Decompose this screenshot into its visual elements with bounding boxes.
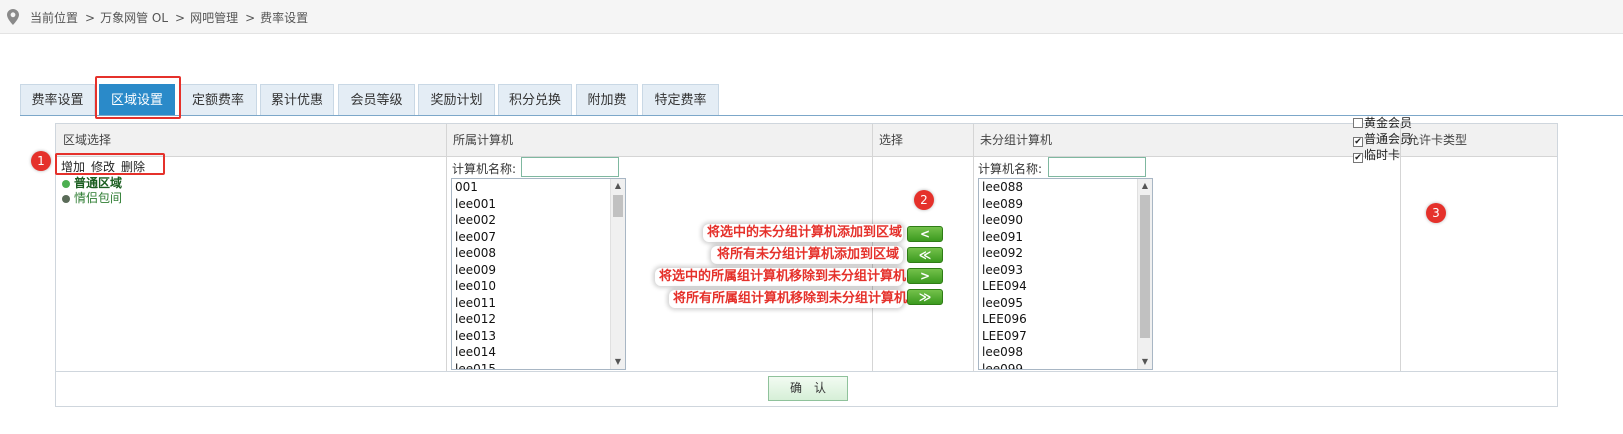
- scroll-thumb[interactable]: [613, 195, 623, 217]
- checkbox[interactable]: ✔: [1353, 137, 1363, 147]
- panel-header: 区域选择 所属计算机 选择 未分组计算机 允许卡类型: [56, 124, 1557, 157]
- tab-specific-rate[interactable]: 特定费率: [642, 84, 719, 116]
- breadcrumb: 当前位置 > 万象网管 OL > 网吧管理 > 费率设置: [30, 11, 309, 25]
- remove-selected-button[interactable]: >: [907, 268, 943, 284]
- transfer-note: 将所有未分组计算机添加到区域: [711, 246, 903, 264]
- location-pin-icon: [7, 9, 19, 25]
- footer-divider: [56, 371, 1557, 372]
- region-item[interactable]: 情侣包间: [62, 191, 122, 206]
- column-divider: [973, 124, 974, 371]
- computer-item[interactable]: LEE094: [979, 278, 1139, 295]
- computer-item[interactable]: lee013: [452, 328, 612, 345]
- scrollbar[interactable]: ▲ ▼: [1137, 179, 1152, 369]
- add-selected-button[interactable]: <: [907, 226, 943, 242]
- breadcrumb-item: 当前位置: [30, 11, 79, 25]
- green-dot-icon: [62, 179, 70, 188]
- scroll-down-icon[interactable]: ▼: [611, 355, 625, 369]
- region-panel: 区域选择 所属计算机 选择 未分组计算机 允许卡类型 增加 修改 删除 普通区域 情…: [55, 123, 1558, 407]
- annotation-badge: 1: [31, 151, 51, 171]
- computer-item[interactable]: lee009: [452, 262, 612, 279]
- transfer-note: 将选中的所属组计算机移除到未分组计算机: [655, 268, 906, 286]
- computer-item[interactable]: lee089: [979, 196, 1139, 213]
- remove-all-button[interactable]: ≫: [907, 289, 943, 305]
- column-assigned: 所属计算机: [453, 133, 514, 147]
- computer-item[interactable]: lee012: [452, 311, 612, 328]
- scroll-up-icon[interactable]: ▲: [1138, 179, 1152, 193]
- highlight-box: [95, 76, 181, 119]
- list-items: 001 lee001 lee002 lee007 lee008 lee009 lee010 l…: [452, 179, 612, 370]
- computer-item[interactable]: lee091: [979, 229, 1139, 246]
- transfer-note: 将选中的未分组计算机添加到区域: [703, 224, 903, 242]
- tab-reward-plan[interactable]: 奖励计划: [418, 84, 495, 116]
- computer-item[interactable]: lee088: [979, 179, 1139, 196]
- computer-item[interactable]: lee093: [979, 262, 1139, 279]
- column-unassigned: 未分组计算机: [980, 133, 1053, 147]
- computer-item[interactable]: lee001: [452, 196, 612, 213]
- assigned-name-input[interactable]: [521, 157, 619, 177]
- breadcrumb-item[interactable]: 网吧管理: [190, 11, 238, 25]
- computer-item[interactable]: lee014: [452, 344, 612, 361]
- region-tree: 普通区域 情侣包间: [62, 176, 122, 206]
- dark-dot-icon: [62, 194, 70, 203]
- computer-item[interactable]: LEE096: [979, 311, 1139, 328]
- computer-item[interactable]: lee099: [979, 361, 1139, 370]
- card-type-option[interactable]: ✔ 临时卡: [1353, 147, 1412, 163]
- highlight-box: [55, 153, 165, 175]
- tab-points-exchange[interactable]: 积分兑换: [498, 84, 572, 116]
- annotation-badge: 3: [1426, 203, 1446, 223]
- computer-item[interactable]: lee015: [452, 361, 612, 370]
- checkbox[interactable]: ✔: [1353, 153, 1363, 163]
- computer-item[interactable]: lee095: [979, 295, 1139, 312]
- unassigned-name-input[interactable]: [1048, 157, 1146, 177]
- scroll-up-icon[interactable]: ▲: [611, 179, 625, 193]
- computer-item[interactable]: 001: [452, 179, 612, 196]
- tab-cumulative-discount[interactable]: 累计优惠: [260, 84, 334, 116]
- column-divider: [446, 124, 447, 371]
- add-all-button[interactable]: ≪: [907, 247, 943, 263]
- assigned-computer-list[interactable]: 001 lee001 lee002 lee007 lee008 lee009 lee010 l…: [451, 178, 626, 370]
- card-type-options: 黄金会员 ✔ 普通会员 ✔ 临时卡: [1353, 115, 1412, 163]
- assigned-name-label: 计算机名称:: [452, 162, 517, 176]
- computer-item[interactable]: lee092: [979, 245, 1139, 262]
- annotation-badge: 2: [914, 190, 934, 210]
- card-type-option[interactable]: 黄金会员: [1353, 115, 1412, 131]
- computer-item[interactable]: LEE097: [979, 328, 1139, 345]
- list-items: lee088 lee089 lee090 lee091 lee092 lee093 LEE0…: [979, 179, 1139, 370]
- computer-item[interactable]: lee008: [452, 245, 612, 262]
- breadcrumb-item[interactable]: 万象网管 OL: [100, 11, 168, 25]
- checkbox[interactable]: [1353, 118, 1363, 128]
- computer-item[interactable]: lee007: [452, 229, 612, 246]
- column-select: 选择: [879, 133, 904, 147]
- transfer-note: 将所有所属组计算机移除到未分组计算机: [669, 290, 907, 308]
- confirm-button[interactable]: 确 认: [768, 376, 848, 401]
- scroll-thumb[interactable]: [1140, 195, 1150, 338]
- computer-item[interactable]: lee090: [979, 212, 1139, 229]
- scrollbar[interactable]: ▲ ▼: [610, 179, 625, 369]
- scroll-down-icon[interactable]: ▼: [1138, 355, 1152, 369]
- tab-rate-settings[interactable]: 费率设置: [20, 84, 95, 116]
- tab-fixed-rate[interactable]: 定额费率: [179, 84, 257, 116]
- region-item[interactable]: 普通区域: [62, 176, 122, 191]
- tab-surcharge[interactable]: 附加费: [576, 84, 638, 116]
- computer-item[interactable]: lee098: [979, 344, 1139, 361]
- computer-item[interactable]: lee002: [452, 212, 612, 229]
- card-type-option[interactable]: ✔ 普通会员: [1353, 131, 1412, 147]
- tab-member-level[interactable]: 会员等级: [338, 84, 415, 116]
- computer-item[interactable]: lee011: [452, 295, 612, 312]
- breadcrumb-item[interactable]: 费率设置: [260, 11, 308, 25]
- unassigned-name-label: 计算机名称:: [978, 162, 1043, 176]
- unassigned-computer-list[interactable]: lee088 lee089 lee090 lee091 lee092 lee093 LEE0…: [978, 178, 1153, 370]
- computer-item[interactable]: lee010: [452, 278, 612, 295]
- top-bar: 当前位置 > 万象网管 OL > 网吧管理 > 费率设置: [0, 0, 1623, 34]
